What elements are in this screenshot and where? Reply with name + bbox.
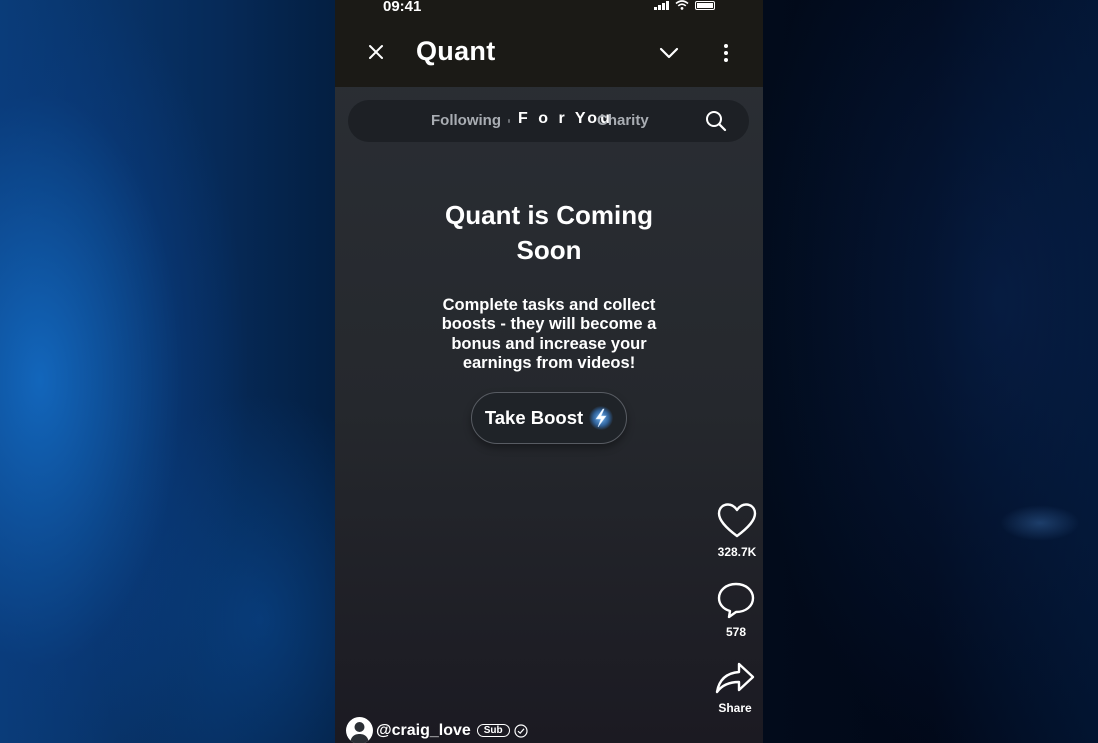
expand-button[interactable] [655, 41, 683, 65]
page-title: Quant [416, 36, 496, 66]
cellular-signal-icon [654, 0, 669, 10]
comment-count: 578 [725, 625, 747, 639]
comment-bubble-icon [717, 582, 755, 619]
status-icons [654, 0, 715, 10]
hero-description: Complete tasks and collect boosts - they… [441, 296, 657, 372]
chevron-down-icon [659, 47, 679, 59]
status-bar: 09:41 [335, 0, 763, 15]
more-vertical-icon [724, 44, 728, 62]
avatar[interactable] [346, 717, 373, 743]
coming-soon-panel: Quant is Coming Soon Complete tasks and … [335, 198, 763, 373]
share-label: Share [718, 701, 752, 715]
status-time: 09:41 [383, 0, 422, 15]
user-avatar-icon [350, 722, 369, 743]
search-icon[interactable] [705, 110, 727, 132]
app-header: Quant [335, 14, 763, 87]
share-button[interactable]: Share [710, 661, 760, 715]
creator-info: @craig_love Sub [346, 717, 528, 743]
feed-tabs: Following F o r You Charity [348, 100, 749, 142]
wifi-icon [675, 0, 689, 10]
username[interactable]: @craig_love [376, 722, 471, 740]
hero-title: Quant is Coming Soon [445, 200, 653, 265]
sub-badge: Sub [476, 724, 510, 737]
verified-check-icon [514, 723, 528, 738]
phone-screen: 09:41 Quant Following F o r You Charity … [335, 0, 763, 743]
comment-button[interactable]: 578 [711, 581, 761, 639]
share-arrow-icon [715, 662, 755, 694]
close-button[interactable] [363, 39, 389, 65]
heart-icon [717, 503, 757, 538]
tab-following[interactable]: Following [431, 112, 501, 129]
like-button[interactable]: 328.7K [712, 503, 762, 559]
take-boost-label: Take Boost [484, 407, 584, 428]
like-count: 328.7K [717, 545, 757, 559]
close-icon [369, 45, 383, 59]
background-blur-shape [1000, 505, 1080, 541]
tab-charity[interactable]: Charity [597, 112, 649, 129]
take-boost-button[interactable]: Take Boost [471, 392, 627, 444]
more-options-button[interactable] [716, 41, 736, 65]
tab-separator [508, 119, 510, 123]
battery-icon [695, 0, 715, 10]
lightning-bolt-icon [589, 406, 614, 430]
